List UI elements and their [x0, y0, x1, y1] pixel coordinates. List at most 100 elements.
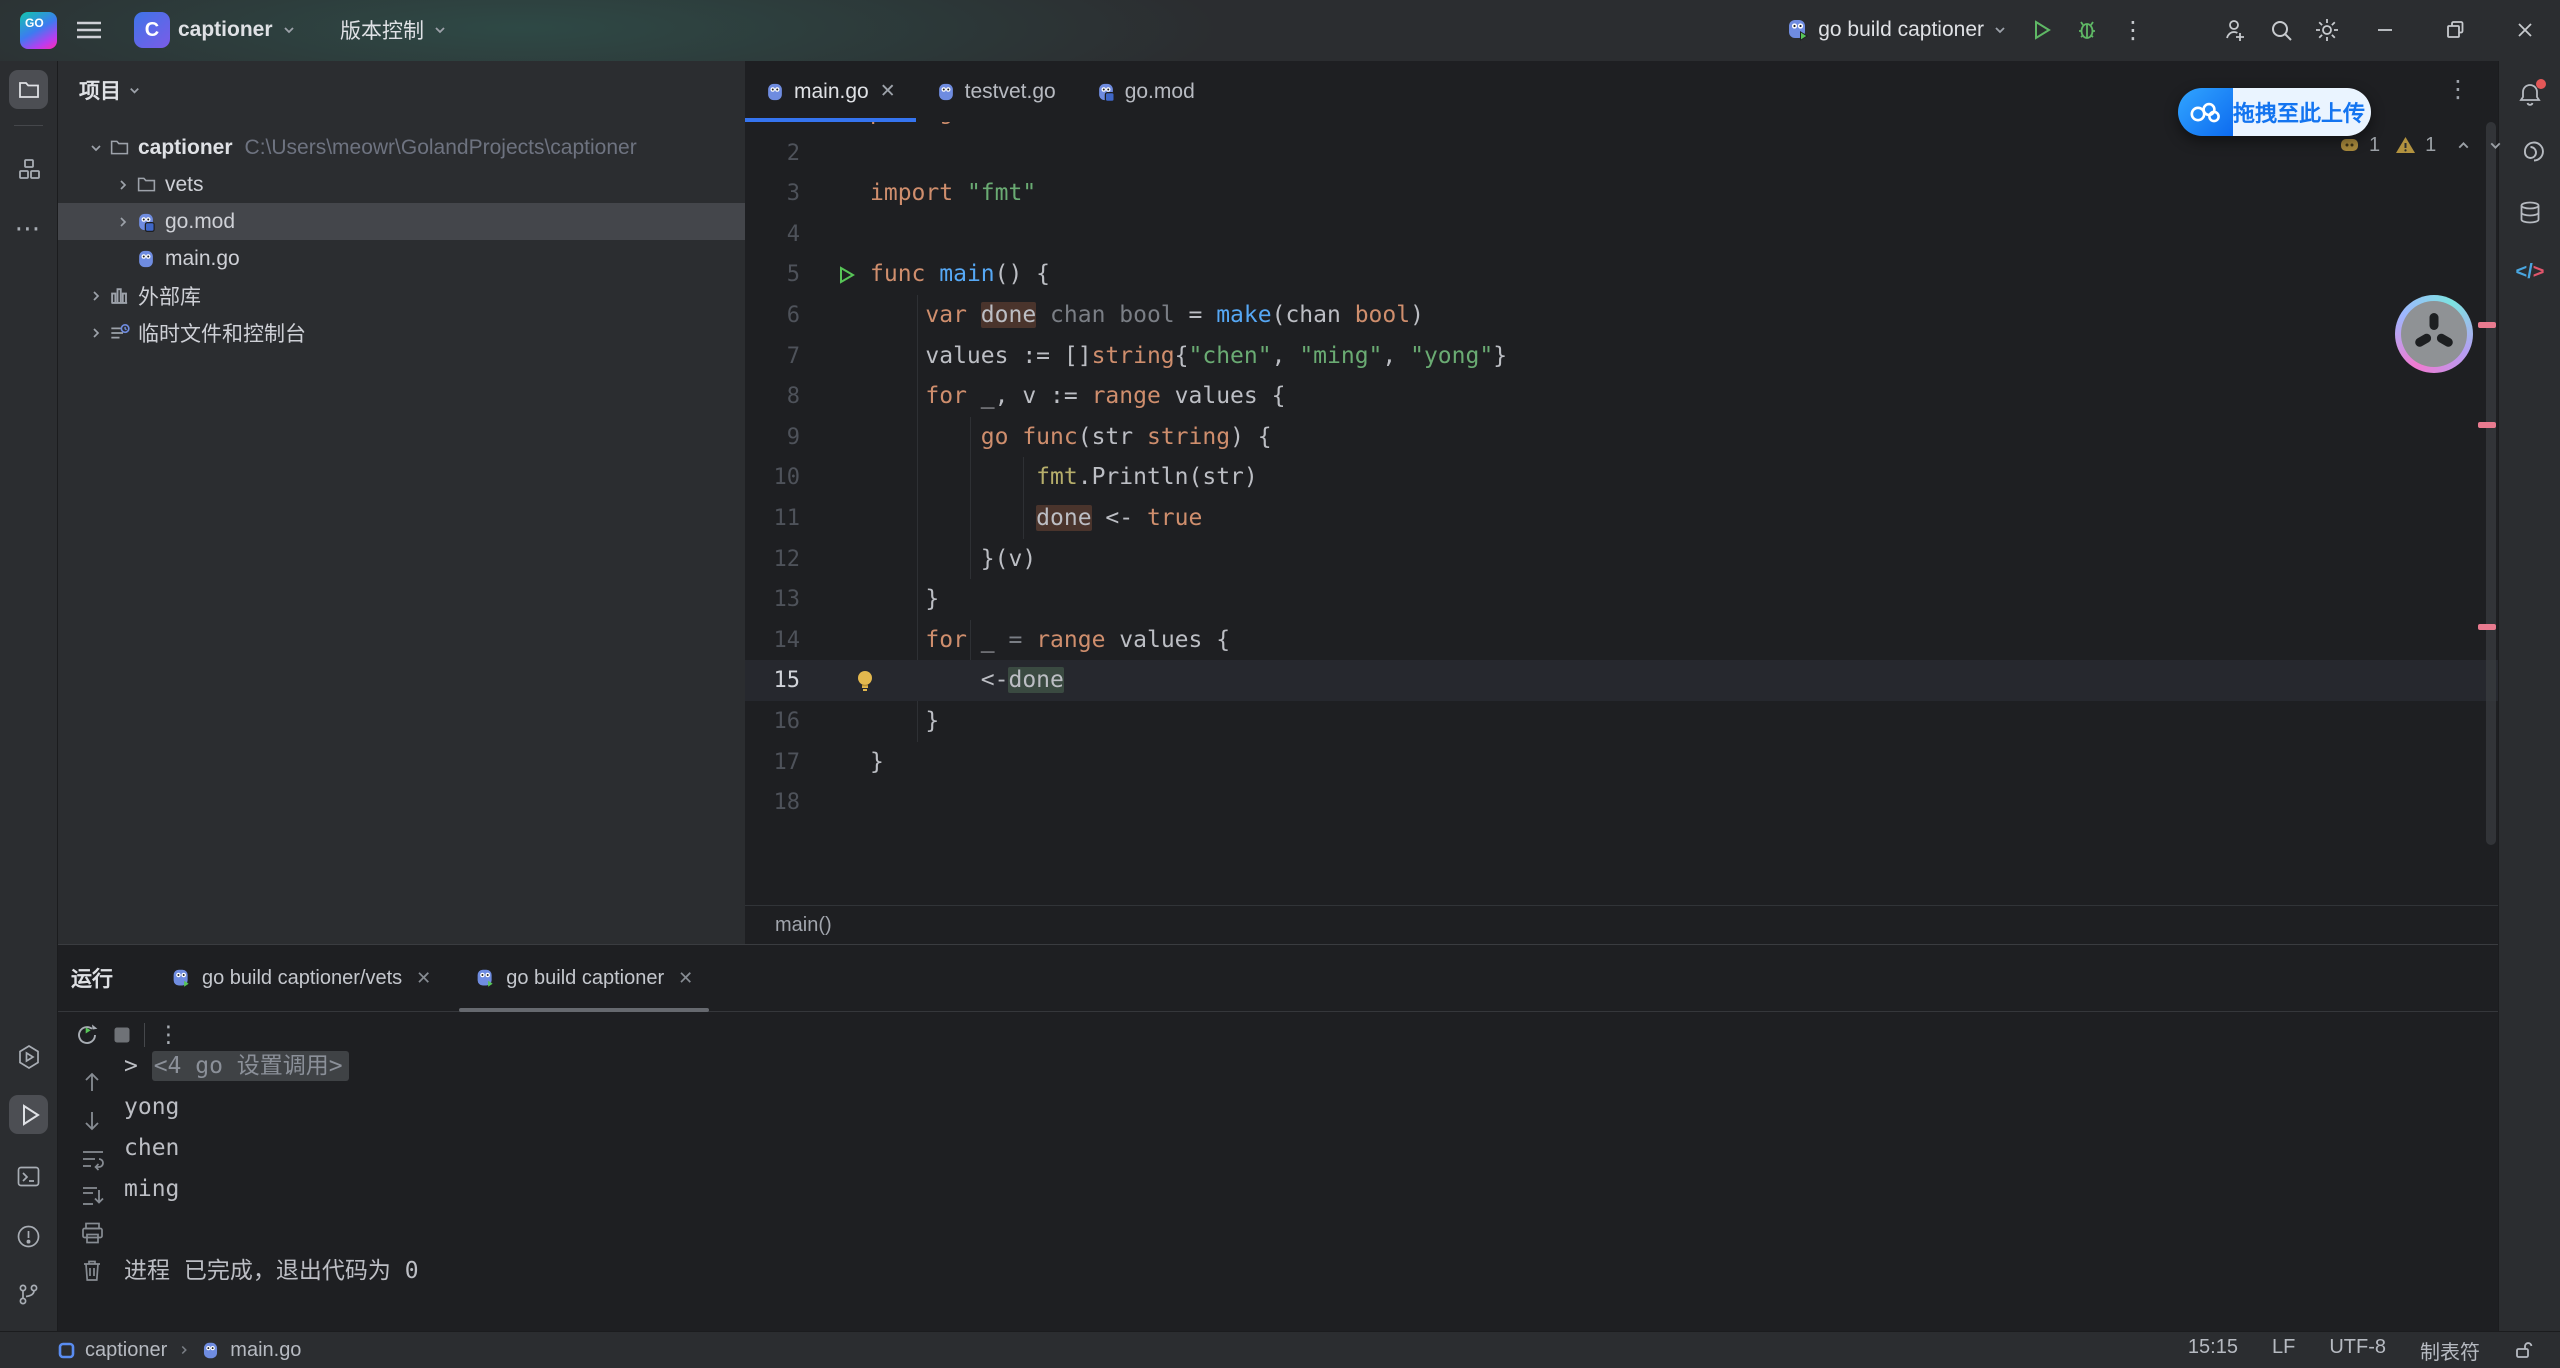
status-file-encoding[interactable]: UTF-8 [2329, 1336, 2386, 1365]
more-actions-button[interactable]: ⋮ [2110, 10, 2156, 50]
tree-item-main-go[interactable]: main.go [58, 240, 745, 277]
chevron-down-icon[interactable] [82, 140, 109, 156]
line-number[interactable]: 15 [745, 660, 800, 701]
chevron-right-icon[interactable] [109, 177, 136, 193]
ai-assistant-toolwindow-button[interactable] [2510, 132, 2550, 172]
line-number[interactable]: 18 [745, 782, 800, 823]
close-button[interactable] [2490, 0, 2560, 60]
editor-options-kebab-icon[interactable]: ⋮ [2446, 75, 2470, 104]
run-more-kebab-icon[interactable]: ⋮ [157, 1021, 180, 1048]
line-number[interactable]: 11 [745, 498, 800, 539]
more-toolwindows-button[interactable]: ⋯ [9, 209, 48, 248]
next-problem-chevron-icon[interactable] [2487, 137, 2504, 154]
code-line-5[interactable]: 5func main() { [745, 254, 2498, 295]
console-command-fold[interactable]: <4 go 设置调用> [152, 1051, 349, 1081]
close-tab-icon[interactable]: ✕ [416, 968, 431, 989]
tree-item-vets[interactable]: vets [58, 166, 745, 203]
code-line-9[interactable]: 9 go func(str string) { [745, 417, 2498, 458]
chevron-right-icon[interactable] [109, 214, 136, 230]
code-line-10[interactable]: 10 fmt.Println(str) [745, 457, 2498, 498]
project-panel-header[interactable]: 项目 [79, 75, 142, 105]
project-selector[interactable]: C captioner [124, 10, 307, 50]
code-line-14[interactable]: 14 for _ = range values { [745, 620, 2498, 661]
drag-upload-button[interactable]: 拖拽至此上传 [2178, 88, 2371, 136]
code-line-3[interactable]: 3import "fmt" [745, 173, 2498, 214]
stop-button[interactable] [112, 1025, 132, 1045]
breadcrumb-bar[interactable]: main() [745, 905, 2498, 944]
code-line-7[interactable]: 7 values := []string{"chen", "ming", "yo… [745, 336, 2498, 377]
status-file-name[interactable]: main.go [230, 1339, 301, 1362]
status-indent-style[interactable]: 制表符 [2420, 1336, 2480, 1365]
tree-item--[interactable]: 临时文件和控制台 [58, 314, 745, 351]
services-toolwindow-button[interactable] [9, 1037, 48, 1076]
code-line-4[interactable]: 4 [745, 214, 2498, 255]
run-toolwindow-button[interactable] [9, 1095, 48, 1134]
debug-button[interactable] [2064, 10, 2110, 50]
line-number[interactable]: 14 [745, 620, 800, 661]
unlock-icon[interactable] [2514, 1340, 2534, 1360]
problems-toolwindow-button[interactable] [9, 1217, 48, 1256]
soft-wrap-icon[interactable] [80, 1147, 106, 1171]
structure-toolwindow-button[interactable] [9, 149, 48, 188]
code-line-12[interactable]: 12 }(v) [745, 539, 2498, 580]
restore-button[interactable] [2420, 0, 2490, 60]
search-everywhere-button[interactable] [2258, 10, 2304, 50]
rerun-button[interactable] [74, 1022, 100, 1048]
project-toolwindow-button[interactable] [9, 70, 48, 109]
code-line-18[interactable]: 18 [745, 782, 2498, 823]
line-number[interactable]: 10 [745, 457, 800, 498]
code-line-13[interactable]: 13 } [745, 579, 2498, 620]
tree-item-captioner[interactable]: captionerC:\Users\meowr\GolandProjects\c… [58, 129, 745, 166]
code-with-me-button[interactable] [2212, 10, 2258, 50]
minimize-button[interactable] [2350, 0, 2420, 60]
code-line-17[interactable]: 17} [745, 742, 2498, 783]
settings-button[interactable] [2304, 10, 2350, 50]
editor-tab-testvet-go[interactable]: testvet.go [916, 61, 1076, 122]
terminal-toolwindow-button[interactable] [9, 1157, 48, 1196]
notifications-button[interactable] [2510, 75, 2550, 115]
chevron-right-icon[interactable] [82, 288, 109, 304]
error-stripe-mark[interactable] [2478, 422, 2496, 428]
code-line-6[interactable]: 6 var done chan bool = make(chan bool) [745, 295, 2498, 336]
up-arrow-icon[interactable] [80, 1069, 106, 1095]
tree-item-go-mod[interactable]: go.mod [58, 203, 745, 240]
prev-problem-chevron-icon[interactable] [2455, 137, 2472, 154]
code-line-2[interactable]: 2 [745, 133, 2498, 174]
line-number[interactable]: 3 [745, 173, 800, 214]
editor-scrollbar[interactable] [2486, 122, 2496, 845]
status-line-separator[interactable]: LF [2272, 1336, 2295, 1365]
trash-icon[interactable] [80, 1258, 106, 1283]
database-toolwindow-button[interactable] [2510, 193, 2550, 233]
code-line-16[interactable]: 16 } [745, 701, 2498, 742]
line-number[interactable]: 6 [745, 295, 800, 336]
error-stripe-mark[interactable] [2478, 322, 2496, 328]
chevron-right-icon[interactable] [82, 325, 109, 341]
down-arrow-icon[interactable] [80, 1108, 106, 1134]
run-tab-go-build-captioner-vets[interactable]: go build captioner/vets✕ [149, 945, 453, 1012]
status-project-name[interactable]: captioner [85, 1339, 167, 1362]
console-output[interactable]: > <4 go 设置调用>yongchenming 进程 已完成，退出代码为 0 [124, 1046, 419, 1292]
close-tab-icon[interactable]: ✕ [880, 80, 896, 103]
editor-tab-go-mod[interactable]: go.mod [1076, 61, 1215, 122]
scroll-to-end-icon[interactable] [80, 1184, 106, 1208]
git-toolwindow-button[interactable] [9, 1275, 48, 1314]
line-number[interactable]: 13 [745, 579, 800, 620]
close-tab-icon[interactable]: ✕ [678, 968, 693, 989]
line-number[interactable]: 2 [745, 133, 800, 174]
line-number[interactable]: 7 [745, 336, 800, 377]
line-number[interactable]: 8 [745, 376, 800, 417]
status-caret-position[interactable]: 15:15 [2188, 1336, 2238, 1365]
tree-item--[interactable]: 外部库 [58, 277, 745, 314]
breadcrumb-item[interactable]: main() [775, 914, 832, 937]
code-line-15[interactable]: 15 <-done [745, 660, 2498, 701]
code-editor[interactable]: 1package main23import "fmt"45func main()… [745, 122, 2498, 905]
line-number[interactable]: 9 [745, 417, 800, 458]
run-configuration-selector[interactable]: go build captioner [1776, 10, 2018, 50]
inspections-widget[interactable]: 1 1 [2340, 132, 2504, 158]
code-line-11[interactable]: 11 done <- true [745, 498, 2498, 539]
main-menu-button[interactable] [66, 10, 112, 50]
run-tab-go-build-captioner[interactable]: go build captioner✕ [453, 945, 715, 1012]
line-number[interactable]: 16 [745, 701, 800, 742]
error-stripe-mark[interactable] [2478, 624, 2496, 630]
editor-tab-main-go[interactable]: main.go✕ [745, 61, 916, 122]
